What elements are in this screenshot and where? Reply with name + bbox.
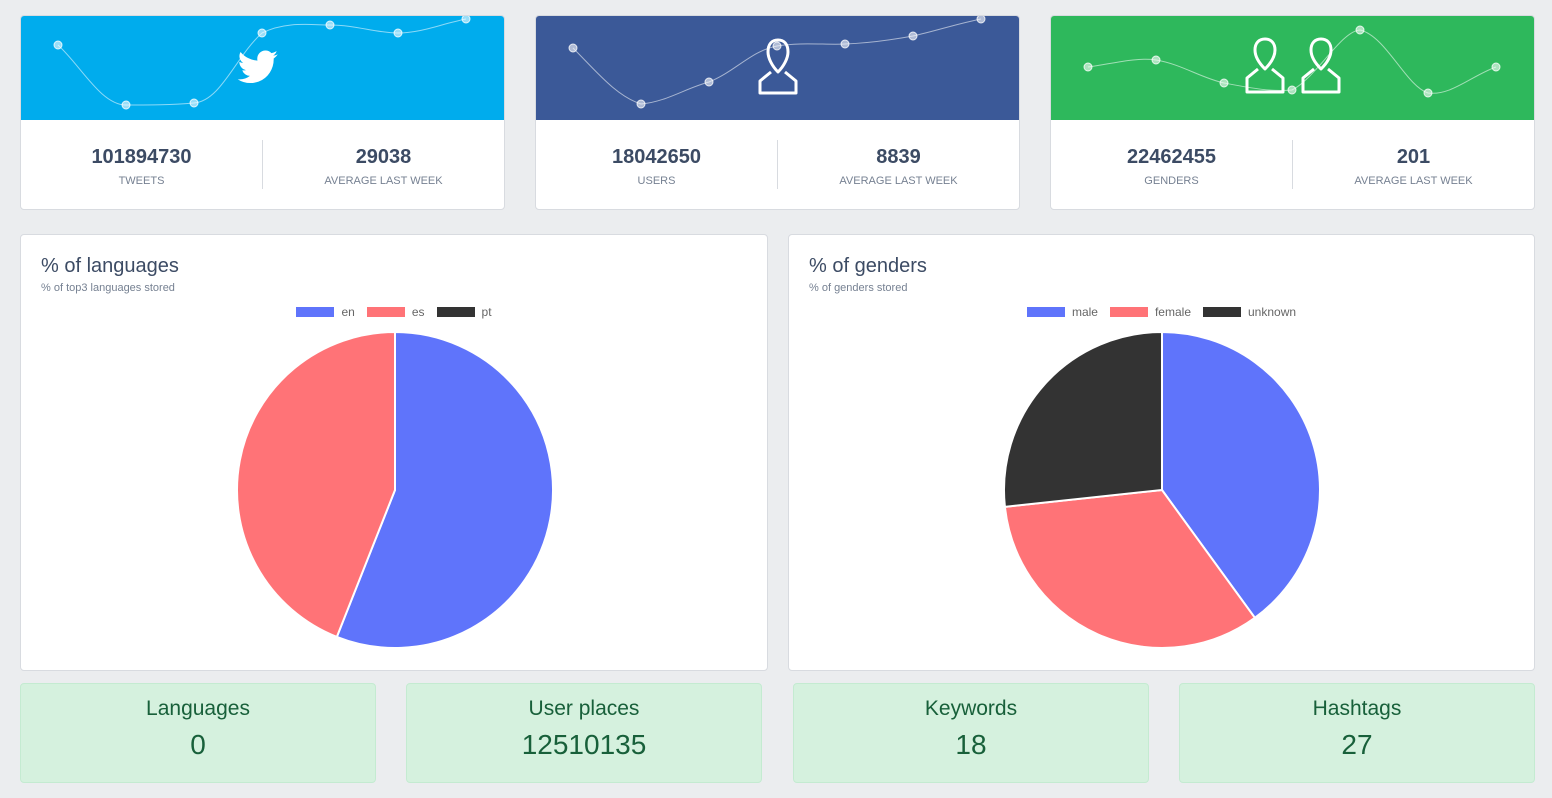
keywords-value: 18	[955, 729, 987, 760]
legend-swatch	[366, 307, 405, 317]
languages-count-value: 0	[190, 729, 206, 760]
genders-average-label: AVERAGE LAST WEEK	[1354, 175, 1473, 187]
legend-item-es[interactable]: es	[366, 305, 425, 319]
tweets-label: TWEETS	[118, 175, 165, 187]
users-total: 18042650 USERS	[536, 120, 777, 209]
genders-legend: male female unknown	[789, 305, 1534, 319]
legend-label: es	[411, 305, 425, 319]
pie-slice-unknown[interactable]	[1003, 330, 1163, 508]
keywords-title: Keywords	[924, 697, 1018, 720]
legend-label: male	[1071, 305, 1098, 319]
tweets-average: 29038 AVERAGE LAST WEEK	[262, 140, 504, 189]
legend-item-male[interactable]: male	[1026, 305, 1098, 319]
legend-item-unknown[interactable]: unknown	[1203, 305, 1296, 319]
genders-label: GENDERS	[1144, 175, 1199, 187]
users-average: 8839 AVERAGE LAST WEEK	[777, 140, 1019, 189]
twitter-icon	[237, 50, 278, 84]
genders-chart-card: % of genders % of genders stored male fem…	[788, 234, 1535, 671]
legend-label: female	[1154, 305, 1191, 319]
legend-swatch	[296, 307, 335, 317]
languages-chart-title: % of languages	[41, 255, 179, 277]
genders-average-value: 201	[1396, 146, 1431, 168]
legend-label: unknown	[1248, 305, 1297, 319]
genders-card: 22462455 GENDERS 201 AVERAGE LAST WEEK	[1050, 15, 1535, 210]
languages-chart-subtitle: % of top3 languages stored	[41, 282, 175, 294]
legend-swatch	[1109, 307, 1148, 317]
users-banner	[536, 16, 1019, 120]
user-places-title: User places	[528, 697, 640, 720]
genders-total: 22462455 GENDERS	[1051, 120, 1292, 209]
users-icon	[1245, 37, 1341, 94]
tweets-banner	[21, 16, 504, 120]
user-places-value: 12510135	[521, 729, 647, 760]
tweets-total: 101894730 TWEETS	[21, 120, 262, 209]
hashtags-value: 27	[1341, 729, 1373, 760]
genders-banner	[1051, 16, 1534, 120]
users-average-label: AVERAGE LAST WEEK	[839, 175, 958, 187]
tweets-card: 101894730 TWEETS 29038 AVERAGE LAST WEEK	[20, 15, 505, 210]
hashtags-card: Hashtags 27	[1179, 683, 1535, 783]
genders-value: 22462455	[1127, 146, 1216, 168]
languages-pie	[236, 330, 554, 649]
genders-pie	[1003, 330, 1321, 649]
tweets-value: 101894730	[91, 146, 192, 168]
legend-label: en	[341, 305, 355, 319]
tweets-average-value: 29038	[355, 146, 412, 168]
legend-item-en[interactable]: en	[296, 305, 355, 319]
legend-swatch	[436, 307, 475, 317]
legend-item-female[interactable]: female	[1109, 305, 1191, 319]
genders-sparkline	[1083, 25, 1501, 98]
genders-chart-subtitle: % of genders stored	[809, 282, 908, 294]
languages-count-title: Languages	[146, 697, 250, 720]
languages-count-card: Languages 0	[20, 683, 376, 783]
legend-swatch	[1026, 307, 1065, 317]
users-average-value: 8839	[876, 146, 921, 168]
genders-average: 201 AVERAGE LAST WEEK	[1292, 140, 1534, 189]
hashtags-title: Hashtags	[1312, 697, 1402, 720]
languages-chart-card: % of languages % of top3 languages store…	[20, 234, 768, 671]
users-sparkline	[568, 16, 986, 109]
tweets-sparkline	[53, 16, 471, 110]
keywords-card: Keywords 18	[793, 683, 1149, 783]
users-value: 18042650	[612, 146, 701, 168]
user-places-card: User places 12510135	[406, 683, 762, 783]
legend-item-pt[interactable]: pt	[436, 305, 492, 319]
languages-legend: en es pt	[21, 305, 767, 319]
legend-label: pt	[481, 305, 492, 319]
users-label: USERS	[637, 175, 676, 187]
users-card: 18042650 USERS 8839 AVERAGE LAST WEEK	[535, 15, 1020, 210]
tweets-average-label: AVERAGE LAST WEEK	[324, 175, 443, 187]
genders-chart-title: % of genders	[809, 255, 927, 277]
legend-swatch	[1203, 307, 1241, 317]
